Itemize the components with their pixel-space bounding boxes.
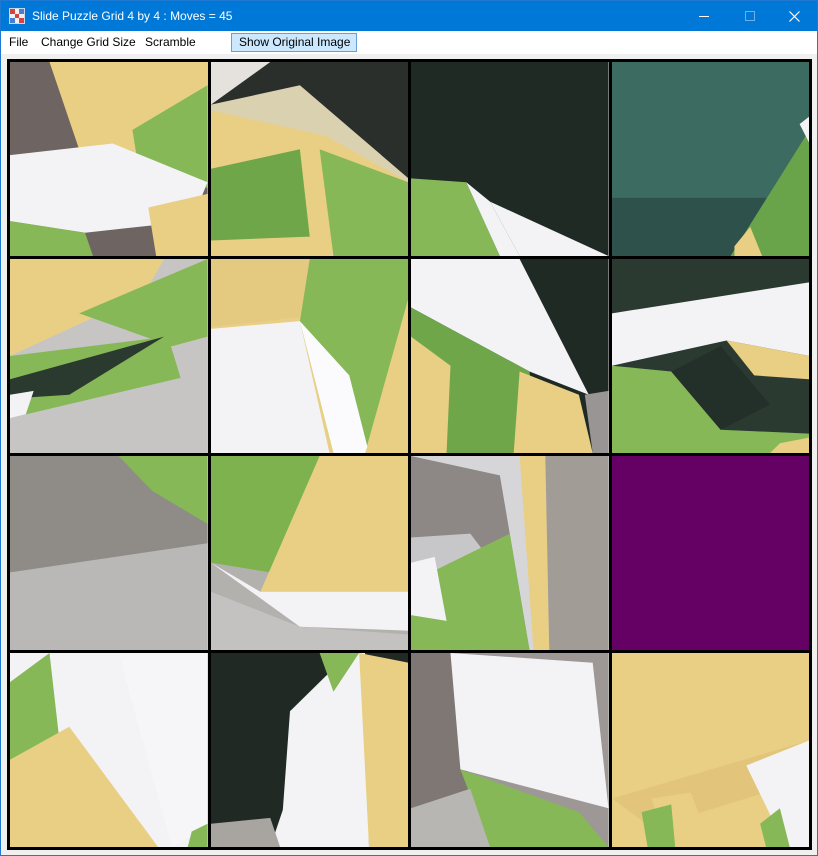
close-icon (788, 10, 800, 22)
puzzle-board (7, 59, 812, 850)
menu-show-original-image[interactable]: Show Original Image (231, 33, 358, 52)
puzzle-tile[interactable] (611, 653, 809, 847)
app-window: Slide Puzzle Grid 4 by 4 : Moves = 45 Fi… (0, 0, 818, 856)
puzzle-tile[interactable] (10, 456, 208, 650)
puzzle-tile[interactable] (411, 653, 609, 847)
close-button[interactable] (771, 1, 817, 31)
puzzle-tile[interactable] (611, 62, 809, 256)
puzzle-tile[interactable] (611, 259, 809, 453)
minimize-icon (699, 16, 709, 17)
menu-scramble[interactable]: Scramble (145, 31, 196, 54)
app-icon (9, 8, 25, 24)
puzzle-tile[interactable] (10, 653, 208, 847)
minimize-button[interactable] (681, 1, 727, 31)
puzzle-tile[interactable] (411, 62, 609, 256)
puzzle-tile[interactable] (210, 653, 408, 847)
puzzle-tile[interactable] (210, 62, 408, 256)
puzzle-tile[interactable] (10, 259, 208, 453)
menu-file[interactable]: File (9, 31, 28, 54)
puzzle-tile[interactable] (411, 259, 609, 453)
maximize-button[interactable] (727, 1, 773, 31)
puzzle-tile[interactable] (10, 62, 208, 256)
puzzle-tile[interactable] (210, 259, 408, 453)
empty-tile (611, 456, 809, 650)
maximize-icon (745, 11, 755, 21)
title-bar[interactable]: Slide Puzzle Grid 4 by 4 : Moves = 45 (1, 1, 817, 31)
window-title: Slide Puzzle Grid 4 by 4 : Moves = 45 (32, 9, 233, 23)
menu-bar: File Change Grid Size Scramble Show Orig… (1, 31, 817, 54)
puzzle-tile[interactable] (210, 456, 408, 650)
puzzle-tile[interactable] (411, 456, 609, 650)
menu-change-grid-size[interactable]: Change Grid Size (41, 31, 136, 54)
